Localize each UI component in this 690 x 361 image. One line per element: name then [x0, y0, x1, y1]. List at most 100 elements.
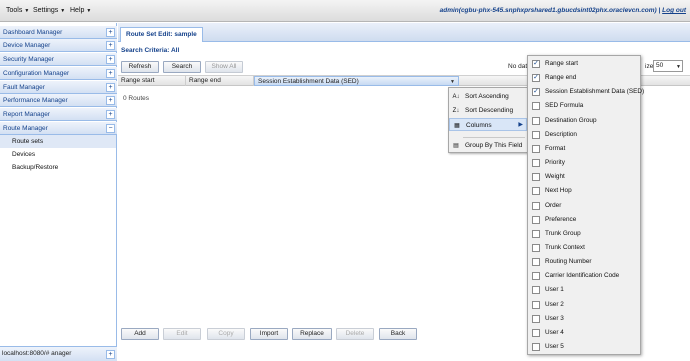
- column-option-item[interactable]: Destination Group: [528, 114, 640, 128]
- help-menu-label: Help: [70, 7, 85, 14]
- column-option-item[interactable]: Order: [528, 199, 640, 213]
- sidebar-section-security-manager[interactable]: Security Manager +: [0, 53, 117, 66]
- column-option-item[interactable]: Preference: [528, 213, 640, 227]
- column-option-item[interactable]: Format: [528, 142, 640, 156]
- column-option-label: Order: [545, 201, 562, 209]
- tools-menu-label: Tools: [6, 7, 23, 14]
- column-option-item[interactable]: ✓ Range end: [528, 71, 640, 85]
- checkbox-unchecked-icon[interactable]: [532, 215, 540, 224]
- checkbox-checked-icon[interactable]: ✓: [532, 88, 540, 97]
- expand-icon[interactable]: +: [106, 83, 115, 92]
- sidebar-item-backup-restore[interactable]: Backup/Restore: [0, 161, 116, 174]
- checkbox-unchecked-icon[interactable]: [532, 173, 540, 182]
- checkbox-checked-icon[interactable]: ✓: [532, 74, 540, 83]
- column-option-item[interactable]: Carrier Identification Code: [528, 269, 640, 283]
- routes-count: 0 Routes: [123, 95, 150, 102]
- column-option-item[interactable]: Weight: [528, 170, 640, 184]
- collapse-icon[interactable]: −: [106, 124, 115, 133]
- show-all-button[interactable]: Show All: [205, 61, 243, 73]
- sort-descending-item[interactable]: Z↓ Sort Descending: [449, 104, 527, 117]
- replace-button[interactable]: Replace: [292, 328, 332, 340]
- column-option-item[interactable]: SED Formula: [528, 99, 640, 113]
- logout-link[interactable]: Log out: [662, 7, 686, 14]
- column-option-item[interactable]: Trunk Context: [528, 241, 640, 255]
- checkbox-unchecked-icon[interactable]: [532, 286, 540, 295]
- status-url: localhost:8080/#: [2, 350, 50, 357]
- column-option-item[interactable]: User 2: [528, 298, 640, 312]
- sidebar-section-dashboard-manager[interactable]: Dashboard Manager +: [0, 26, 117, 39]
- sort-descending-label: Sort Descending: [465, 107, 514, 114]
- checkbox-unchecked-icon[interactable]: [532, 116, 540, 125]
- column-header-range-end[interactable]: Range end: [186, 76, 254, 86]
- column-option-item[interactable]: Description: [528, 128, 640, 142]
- column-option-label: Priority: [545, 159, 565, 167]
- expand-icon[interactable]: +: [106, 41, 115, 50]
- column-option-label: Weight: [545, 173, 565, 181]
- checkbox-unchecked-icon[interactable]: [532, 159, 540, 168]
- expand-icon[interactable]: +: [106, 69, 115, 78]
- page-size-select[interactable]: 50 ▼: [653, 60, 683, 72]
- checkbox-unchecked-icon[interactable]: [532, 243, 540, 252]
- column-menu-trigger-icon[interactable]: ▼: [450, 77, 455, 87]
- back-button[interactable]: Back: [379, 328, 417, 340]
- sidebar-item-route-sets[interactable]: Route sets: [0, 135, 116, 148]
- expand-icon[interactable]: +: [106, 96, 115, 105]
- status-url-bar: localhost:8080/# anager +: [0, 346, 117, 361]
- checkbox-unchecked-icon[interactable]: [532, 258, 540, 267]
- sidebar-section-performance-manager[interactable]: Performance Manager +: [0, 94, 117, 107]
- column-option-item[interactable]: Next Hop: [528, 184, 640, 198]
- sidebar-item-devices[interactable]: Devices: [0, 148, 116, 161]
- column-option-item[interactable]: ✓ Session Establishment Data (SED): [528, 85, 644, 99]
- column-header-sed[interactable]: Session Establishment Data (SED) ▼: [254, 76, 459, 86]
- sidebar-section-label: Performance Manager: [3, 97, 68, 104]
- column-option-item[interactable]: Routing Number: [528, 255, 640, 269]
- sidebar-section-label: Fault Manager: [3, 84, 45, 91]
- sort-ascending-item[interactable]: A↓ Sort Ascending: [449, 90, 527, 103]
- checkbox-unchecked-icon[interactable]: [532, 102, 540, 111]
- edit-button[interactable]: Edit: [163, 328, 201, 340]
- checkbox-unchecked-icon[interactable]: [532, 314, 540, 323]
- sidebar-section-fault-manager[interactable]: Fault Manager +: [0, 81, 117, 94]
- expand-icon[interactable]: +: [106, 110, 115, 119]
- checkbox-checked-icon[interactable]: ✓: [532, 60, 540, 68]
- settings-menu[interactable]: Settings ▼: [33, 7, 65, 14]
- sidebar-section-route-manager[interactable]: Route Manager −: [0, 122, 117, 135]
- checkbox-unchecked-icon[interactable]: [532, 144, 540, 153]
- column-header-range-start[interactable]: Range start: [118, 76, 186, 86]
- tools-menu[interactable]: Tools ▼: [6, 7, 29, 14]
- columns-icon: ▦: [454, 123, 460, 129]
- search-button[interactable]: Search: [163, 61, 201, 73]
- column-option-item[interactable]: User 3: [528, 312, 640, 326]
- column-option-label: Format: [545, 144, 566, 152]
- copy-button[interactable]: Copy: [207, 328, 245, 340]
- checkbox-unchecked-icon[interactable]: [532, 201, 540, 210]
- help-menu[interactable]: Help ▼: [70, 7, 91, 14]
- checkbox-unchecked-icon[interactable]: [532, 229, 540, 238]
- column-option-item[interactable]: User 5: [528, 340, 640, 354]
- column-option-item[interactable]: User 1: [528, 283, 640, 297]
- checkbox-unchecked-icon[interactable]: [532, 272, 540, 281]
- column-option-item[interactable]: Priority: [528, 156, 640, 170]
- sidebar-section-report-manager[interactable]: Report Manager +: [0, 108, 117, 121]
- expand-icon[interactable]: +: [106, 55, 115, 64]
- checkbox-unchecked-icon[interactable]: [532, 130, 540, 139]
- checkbox-unchecked-icon[interactable]: [532, 187, 540, 196]
- refresh-button[interactable]: Refresh: [121, 61, 159, 73]
- checkbox-unchecked-icon[interactable]: [532, 300, 540, 309]
- column-option-item[interactable]: ✓ Range start: [528, 57, 640, 71]
- checkbox-unchecked-icon[interactable]: [532, 343, 540, 351]
- column-option-item[interactable]: Trunk Group: [528, 227, 640, 241]
- tab-route-set-edit[interactable]: Route Set Edit: sample: [120, 27, 203, 42]
- checkbox-unchecked-icon[interactable]: [532, 328, 540, 337]
- add-button[interactable]: Add: [121, 328, 159, 340]
- sidebar-section-device-manager[interactable]: Device Manager +: [0, 39, 117, 52]
- import-button[interactable]: Import: [250, 328, 288, 340]
- columns-item[interactable]: ▦ Columns ▶: [449, 118, 527, 131]
- delete-button[interactable]: Delete: [336, 328, 374, 340]
- sidebar-section-configuration-manager[interactable]: Configuration Manager +: [0, 67, 117, 80]
- group-by-field-item[interactable]: ▤ Group By This Field: [449, 139, 527, 152]
- expand-icon[interactable]: +: [106, 28, 115, 37]
- column-option-label: Preference: [545, 215, 577, 223]
- expand-icon[interactable]: +: [106, 350, 115, 359]
- column-option-item[interactable]: User 4: [528, 326, 640, 340]
